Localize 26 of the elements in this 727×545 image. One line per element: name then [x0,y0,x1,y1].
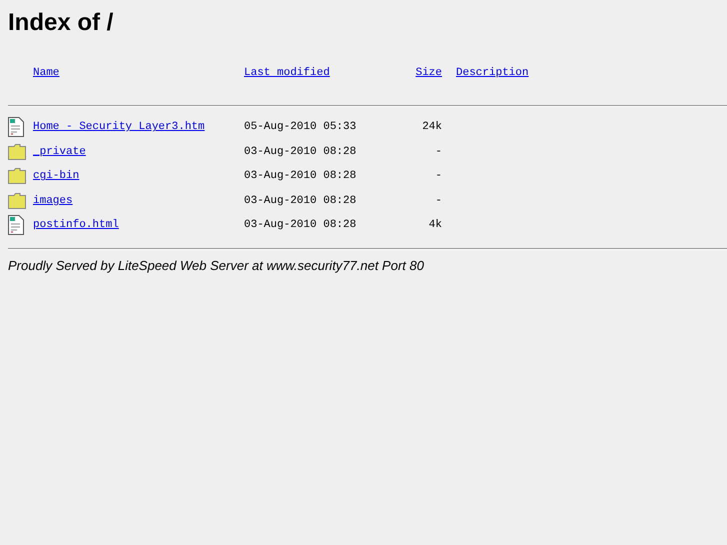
page-title: Index of / [7,8,114,37]
modified-date: 03-Aug-2010 08:28 [244,170,356,182]
file-size: - [435,170,442,182]
folder-icon [8,168,26,184]
file-link[interactable]: Home - Security Layer3.htm [33,121,205,134]
file-size: - [435,194,442,207]
column-header[interactable]: Name [33,67,244,79]
modified-date: 03-Aug-2010 08:28 [244,146,356,158]
file-size: 24k [422,121,442,134]
document-icon [8,117,24,138]
file-link[interactable]: _private [33,146,86,158]
file-link[interactable]: images [33,194,73,207]
file-size: 4k [428,219,442,232]
folder-icon [8,192,26,209]
modified-date: 03-Aug-2010 08:28 [244,219,356,232]
document-icon [8,215,24,236]
column-header[interactable]: Size [416,67,442,79]
modified-date: 03-Aug-2010 08:28 [244,194,356,207]
column-header[interactable]: Last modified [244,67,330,79]
column-header[interactable]: Description [456,67,529,79]
file-link[interactable]: cgi-bin [33,170,80,182]
server-footer: Proudly Served by LiteSpeed Web Server at www.security77.net Port 80 [8,258,424,272]
file-link[interactable]: postinfo.html [33,219,119,232]
modified-date: 05-Aug-2010 05:33 [244,121,356,134]
folder-icon [8,144,26,160]
file-size: - [435,146,442,158]
